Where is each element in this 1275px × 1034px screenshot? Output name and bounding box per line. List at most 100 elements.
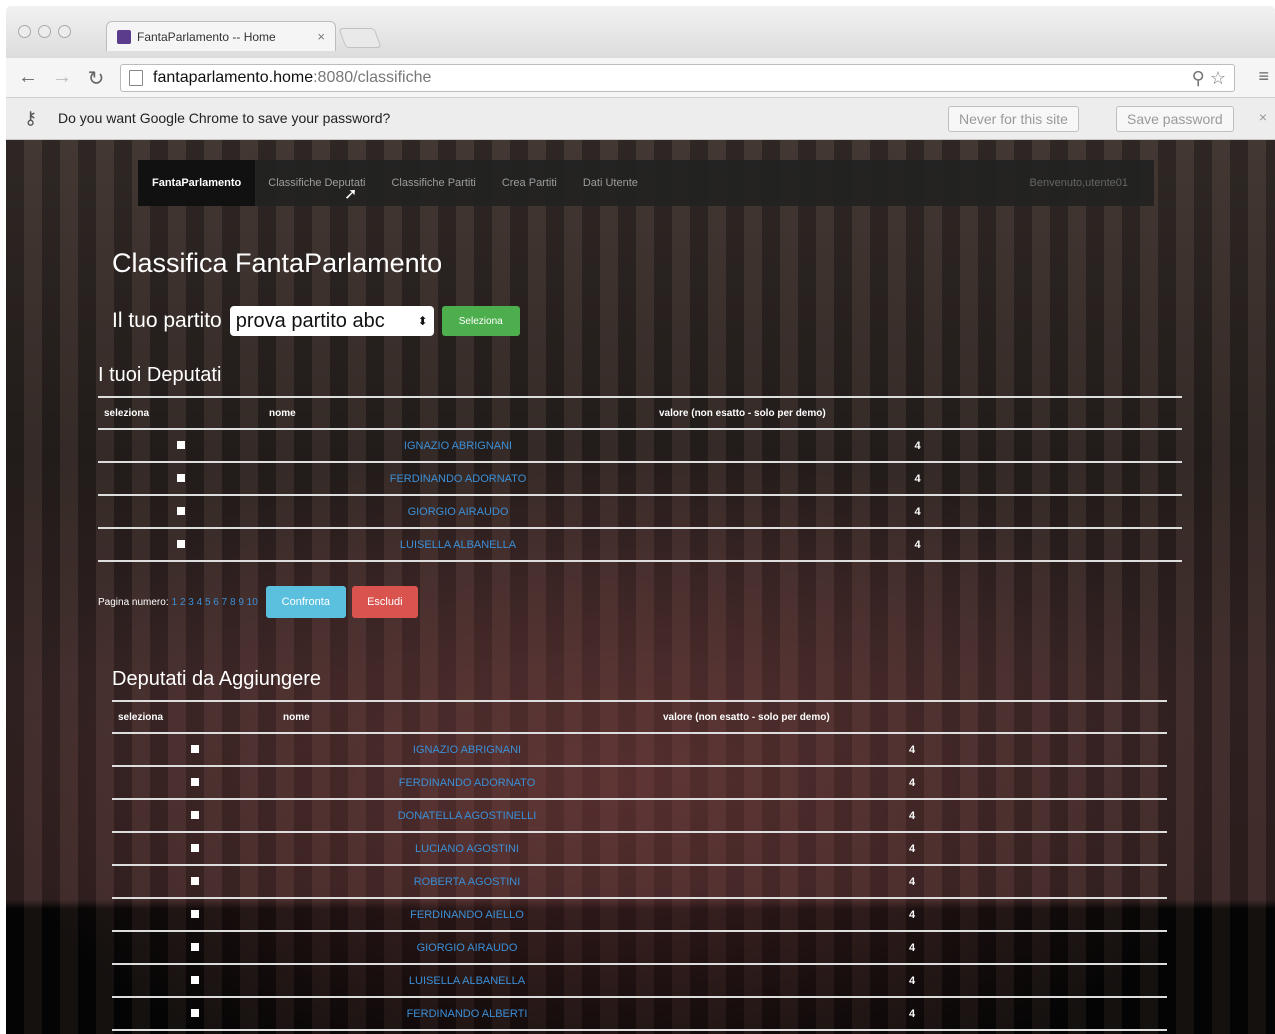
col-valore: valore (non esatto - solo per demo) <box>653 396 1182 430</box>
row-select-cell <box>112 997 277 1031</box>
row-checkbox[interactable] <box>190 777 199 786</box>
address-bar[interactable]: fantaparlamento.home :8080/classifiche ⚲… <box>120 64 1235 92</box>
navbar-brand[interactable]: FantaParlamento <box>138 160 256 206</box>
save-password-button[interactable]: Save password <box>1116 106 1234 132</box>
deputy-value: 4 <box>657 799 1167 833</box>
party-selector-row: Il tuo partito prova partito abc ⬍ Selez… <box>112 306 520 336</box>
select-party-button[interactable]: Seleziona <box>441 306 520 336</box>
page-icon <box>129 70 143 86</box>
select-arrows-icon: ⬍ <box>417 314 428 328</box>
deputy-name-link[interactable]: LUISELLA ALBANELLA <box>277 964 657 998</box>
row-checkbox[interactable] <box>190 942 199 951</box>
never-save-button[interactable]: Never for this site <box>948 106 1079 132</box>
col-nome: nome <box>263 396 653 430</box>
deputy-name-link[interactable]: DONATELLA AGOSTINELLI <box>277 799 657 833</box>
deputy-value: 4 <box>657 931 1167 965</box>
my-deputies-title: I tuoi Deputati <box>98 364 222 386</box>
deputy-name-link[interactable]: LUCIANO AGOSTINI <box>277 832 657 866</box>
deputy-value: 4 <box>657 865 1167 899</box>
pager-pages[interactable]: 1 2 3 4 5 6 7 8 9 10 <box>172 597 258 608</box>
pagination: Pagina numero: 1 2 3 4 5 6 7 8 9 10 Conf… <box>98 586 418 618</box>
row-checkbox[interactable] <box>176 539 185 548</box>
party-select[interactable]: prova partito abc ⬍ <box>229 306 434 336</box>
close-window-button[interactable] <box>18 25 31 38</box>
nav-classifiche-deputati[interactable]: Classifiche Deputati <box>255 177 378 189</box>
deputy-name-link[interactable]: FERDINANDO ADORNATO <box>263 462 653 496</box>
back-icon[interactable]: ← <box>16 66 40 89</box>
nav-crea-partiti[interactable]: Crea Partiti <box>489 177 570 189</box>
table-row: IGNAZIO ABRIGNANI 4 <box>112 733 1167 767</box>
welcome-text: Benvenuto,utente01 <box>1029 177 1128 189</box>
row-select-cell <box>112 799 277 833</box>
row-checkbox[interactable] <box>176 506 185 515</box>
table-row: LUCIANO AGOSTINI 4 <box>112 832 1167 866</box>
url-host: fantaparlamento.home <box>153 69 314 86</box>
minimize-window-button[interactable] <box>38 25 51 38</box>
deputy-name-link[interactable]: FERDINANDO AIELLO <box>277 898 657 932</box>
browser-window: FantaParlamento -- Home × ← → ↻ fantapar… <box>6 6 1275 1034</box>
deputy-name-link[interactable]: IGNAZIO ABRIGNANI <box>263 429 653 463</box>
favicon-icon <box>117 29 131 44</box>
row-checkbox[interactable] <box>190 876 199 885</box>
infobar-close-icon[interactable]: × <box>1259 109 1267 125</box>
new-tab-button[interactable] <box>338 28 382 48</box>
browser-toolbar: ← → ↻ fantaparlamento.home :8080/classif… <box>6 58 1275 98</box>
table-row: GIORGIO AIRAUDO 4 <box>98 495 1182 529</box>
row-checkbox[interactable] <box>176 440 185 449</box>
zoom-bookmark-icons[interactable]: ⚲ ☆ <box>1192 68 1226 89</box>
row-select-cell <box>98 495 263 529</box>
table-row: FERDINANDO ADORNATO 4 <box>98 462 1182 496</box>
row-checkbox[interactable] <box>190 744 199 753</box>
browser-tab[interactable]: FantaParlamento -- Home × <box>106 21 336 51</box>
add-deputies-table: seleziona nome valore (non esatto - solo… <box>112 700 1167 1031</box>
deputy-value: 4 <box>653 429 1182 463</box>
table-row: FERDINANDO ALBERTI 4 <box>112 997 1167 1031</box>
reload-icon[interactable]: ↻ <box>84 66 108 91</box>
nav-dati-utente[interactable]: Dati Utente <box>570 177 651 189</box>
deputy-name-link[interactable]: GIORGIO AIRAUDO <box>277 931 657 965</box>
nav-classifiche-partiti[interactable]: Classifiche Partiti <box>378 177 488 189</box>
row-checkbox[interactable] <box>190 975 199 984</box>
zoom-window-button[interactable] <box>58 25 71 38</box>
row-checkbox[interactable] <box>176 473 185 482</box>
row-select-cell <box>112 931 277 965</box>
table-row: FERDINANDO ADORNATO 4 <box>112 766 1167 800</box>
compare-button[interactable]: Confronta <box>265 586 346 618</box>
deputy-name-link[interactable]: ROBERTA AGOSTINI <box>277 865 657 899</box>
url-path: :8080/classifiche <box>313 69 432 86</box>
menu-icon[interactable]: ≡ <box>1258 66 1269 87</box>
deputy-name-link[interactable]: FERDINANDO ADORNATO <box>277 766 657 800</box>
deputy-value: 4 <box>657 964 1167 998</box>
row-select-cell <box>112 964 277 998</box>
exclude-button[interactable]: Escludi <box>351 586 418 618</box>
deputy-value: 4 <box>653 462 1182 496</box>
tab-title: FantaParlamento -- Home <box>137 29 276 44</box>
deputy-value: 4 <box>657 898 1167 932</box>
deputy-value: 4 <box>653 528 1182 562</box>
table-row: LUISELLA ALBANELLA 4 <box>112 964 1167 998</box>
table-row: ROBERTA AGOSTINI 4 <box>112 865 1167 899</box>
col-nome: nome <box>277 700 657 734</box>
row-checkbox[interactable] <box>190 843 199 852</box>
title-bar: FantaParlamento -- Home × <box>6 6 1275 58</box>
row-select-cell <box>112 865 277 899</box>
row-select-cell <box>112 898 277 932</box>
row-select-cell <box>112 766 277 800</box>
deputy-name-link[interactable]: GIORGIO AIRAUDO <box>263 495 653 529</box>
row-checkbox[interactable] <box>190 1008 199 1017</box>
row-checkbox[interactable] <box>190 909 199 918</box>
row-select-cell <box>98 429 263 463</box>
deputy-name-link[interactable]: LUISELLA ALBANELLA <box>263 528 653 562</box>
row-checkbox[interactable] <box>190 810 199 819</box>
page-title: Classifica FantaParlamento <box>112 248 443 278</box>
deputy-value: 4 <box>657 832 1167 866</box>
forward-icon[interactable]: → <box>50 66 74 89</box>
my-deputies-table: seleziona nome valore (non esatto - solo… <box>98 396 1182 562</box>
deputy-value: 4 <box>657 997 1167 1031</box>
tab-close-icon[interactable]: × <box>317 29 325 44</box>
table-header-row: seleziona nome valore (non esatto - solo… <box>112 700 1167 734</box>
site-navbar: FantaParlamento Classifiche Deputati Cla… <box>138 160 1154 206</box>
deputy-name-link[interactable]: IGNAZIO ABRIGNANI <box>277 733 657 767</box>
deputy-name-link[interactable]: FERDINANDO ALBERTI <box>277 997 657 1031</box>
table-row: FERDINANDO AIELLO 4 <box>112 898 1167 932</box>
